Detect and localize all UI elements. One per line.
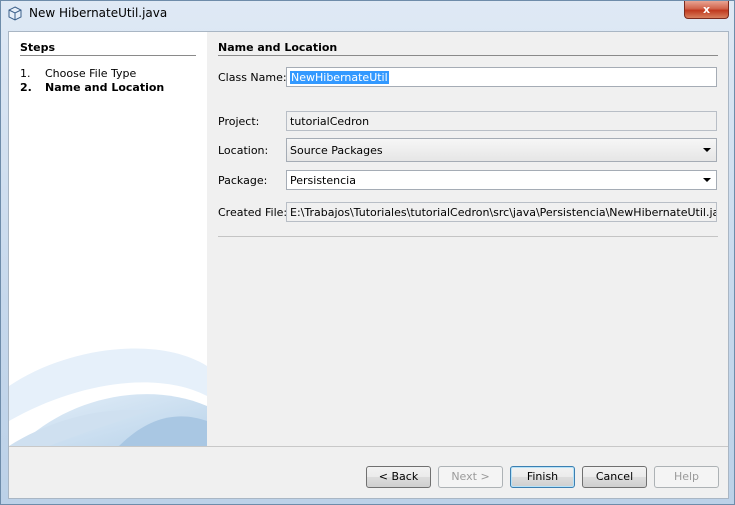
section-title: Name and Location: [218, 41, 338, 54]
finish-button[interactable]: Finish: [510, 466, 575, 488]
section-divider: [218, 55, 718, 56]
title-bar[interactable]: New HibernateUtil.java x: [1, 1, 734, 27]
step-label: Choose File Type: [45, 67, 137, 80]
close-button[interactable]: x: [684, 1, 729, 19]
steps-panel: Steps 1. Choose File Type 2. Name and Loca…: [9, 32, 207, 446]
cancel-button[interactable]: Cancel: [582, 466, 647, 488]
help-button[interactable]: Help: [654, 466, 719, 488]
netbeans-cube-icon: [8, 6, 22, 21]
button-bar: < Back Next > Finish Cancel Help: [9, 446, 728, 499]
created-file-field: E:\Trabajos\Tutoriales\tutorialCedron\sr…: [286, 202, 717, 222]
step-number: 1.: [20, 67, 31, 80]
location-label: Location:: [218, 144, 269, 157]
step-item-choose-file-type: 1. Choose File Type: [20, 67, 136, 80]
steps-divider: [20, 55, 196, 56]
wizard-decoration-graphic: [9, 348, 207, 446]
step-label: Name and Location: [45, 81, 165, 94]
class-name-value: NewHibernateUtil: [290, 71, 389, 84]
created-file-label: Created File:: [218, 206, 288, 219]
panel-bottom-divider: [218, 236, 718, 237]
package-label: Package:: [218, 174, 268, 187]
window-title: New HibernateUtil.java: [29, 6, 168, 20]
package-value: Persistencia: [290, 174, 356, 187]
next-button[interactable]: Next >: [438, 466, 503, 488]
location-dropdown[interactable]: Source Packages: [286, 138, 717, 162]
dialog-window: New HibernateUtil.java x Steps 1. Choose …: [0, 0, 735, 505]
name-location-panel: Name and Location Class Name: NewHiberna…: [207, 32, 728, 446]
back-button[interactable]: < Back: [366, 466, 431, 488]
close-icon: x: [702, 3, 711, 16]
class-name-label: Class Name:: [218, 71, 287, 84]
class-name-input[interactable]: NewHibernateUtil: [286, 67, 717, 87]
step-number: 2.: [20, 81, 32, 94]
project-value: tutorialCedron: [290, 115, 370, 128]
package-combobox[interactable]: Persistencia: [286, 170, 717, 190]
project-field: tutorialCedron: [286, 111, 717, 131]
chevron-down-icon[interactable]: [703, 148, 711, 152]
project-label: Project:: [218, 115, 260, 128]
steps-title: Steps: [20, 41, 56, 54]
created-file-value: E:\Trabajos\Tutoriales\tutorialCedron\sr…: [290, 206, 717, 219]
chevron-down-icon[interactable]: [703, 178, 711, 182]
location-value: Source Packages: [290, 144, 383, 157]
dialog-body: Steps 1. Choose File Type 2. Name and Loca…: [8, 31, 729, 499]
step-item-name-and-location: 2. Name and Location: [20, 81, 164, 94]
